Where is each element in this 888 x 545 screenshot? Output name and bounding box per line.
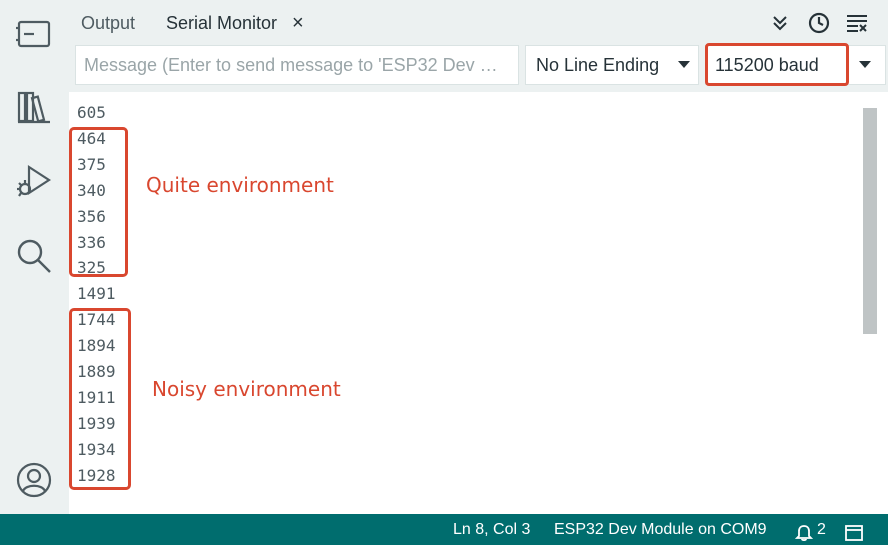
clear-output-icon[interactable] xyxy=(844,10,870,36)
cursor-position[interactable]: Ln 8, Col 3 xyxy=(453,514,530,545)
tab-output[interactable]: Output xyxy=(81,12,135,36)
quiet-highlight-box xyxy=(69,127,128,277)
close-icon[interactable]: × xyxy=(292,12,312,34)
noisy-highlight-box xyxy=(69,308,131,490)
output-line: 605 xyxy=(77,103,106,122)
chevron-down-icon xyxy=(859,61,871,68)
line-ending-select[interactable]: No Line Ending xyxy=(525,45,699,85)
activity-bar xyxy=(0,0,69,514)
message-input[interactable] xyxy=(75,45,519,85)
serial-output: 605 464 375 340 356 336 325 1491 1744 1894 1889 191… xyxy=(69,92,888,514)
board-icon[interactable] xyxy=(14,14,54,54)
panel-header: Output Serial Monitor × No Line Ending 1… xyxy=(69,0,888,92)
scrollbar-thumb[interactable] xyxy=(863,108,877,334)
line-ending-value: No Line Ending xyxy=(536,55,660,75)
baud-highlight-box xyxy=(705,43,849,86)
tab-serial-monitor[interactable]: Serial Monitor xyxy=(166,12,277,36)
panel-toggle-icon[interactable] xyxy=(845,521,863,541)
chevron-down-icon xyxy=(678,61,690,68)
output-line: 1491 xyxy=(77,284,116,304)
quiet-annotation: Quite environment xyxy=(146,173,334,197)
library-icon[interactable] xyxy=(14,87,54,127)
debug-icon[interactable] xyxy=(14,162,54,202)
clock-icon[interactable] xyxy=(806,10,832,36)
search-icon[interactable] xyxy=(14,236,54,276)
notification-count[interactable]: 2 xyxy=(817,514,826,545)
status-bar: Ln 8, Col 3 ESP32 Dev Module on COM9 2 xyxy=(0,514,888,545)
board-port-status[interactable]: ESP32 Dev Module on COM9 xyxy=(554,514,767,545)
account-icon[interactable] xyxy=(14,460,54,500)
noisy-annotation: Noisy environment xyxy=(152,377,341,401)
bell-icon[interactable] xyxy=(794,521,814,542)
double-chevron-down-icon[interactable] xyxy=(767,10,793,36)
